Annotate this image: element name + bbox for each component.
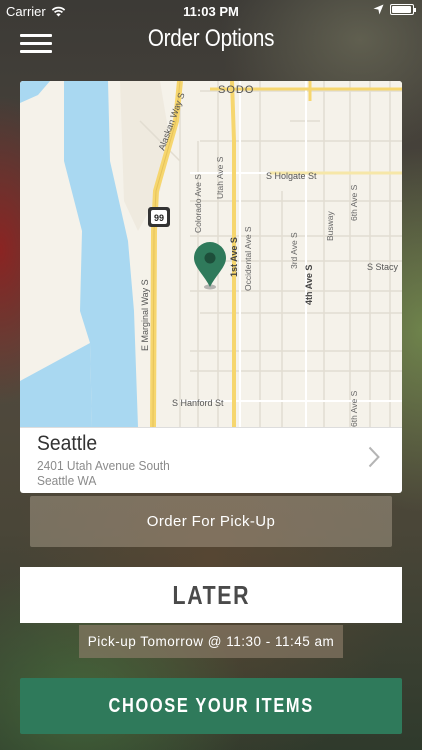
status-right — [373, 4, 416, 15]
map-label-sixth-ave-lower: 6th Ave S — [349, 390, 359, 427]
pickup-time-label: Pick-up Tomorrow @ 11:30 - 11:45 am — [79, 625, 343, 658]
order-pickup-button[interactable]: Order For Pick-Up — [30, 496, 392, 547]
later-button[interactable]: LATER — [20, 567, 402, 623]
map-label-utah: Utah Ave S — [215, 156, 225, 199]
nav-bar: Order Options — [0, 22, 422, 62]
page-title: Order Options — [147, 25, 275, 52]
battery-icon — [390, 4, 416, 15]
map-label-stacy: S Stacy — [367, 262, 399, 272]
map-label-occidental: Occidental Ave S — [243, 226, 253, 291]
map-label-sixth-ave: 6th Ave S — [349, 184, 359, 221]
location-row[interactable]: Seattle 2401 Utah Avenue South Seattle W… — [20, 427, 402, 493]
status-bar: Carrier 11:03 PM — [0, 0, 422, 22]
map-label-third-ave: 3rd Ave S — [289, 232, 299, 269]
highway-99-shield: 99 — [148, 207, 170, 227]
map-label-holgate: S Holgate St — [266, 171, 317, 181]
location-city: Seattle — [37, 432, 98, 455]
map-label-busway: Busway — [325, 210, 335, 241]
map-label-fourth-ave: 4th Ave S — [304, 265, 314, 305]
map-highway-label: 99 — [154, 213, 164, 223]
choose-items-label: CHOOSE YOUR ITEMS — [108, 695, 314, 717]
map-label-sodo: SODO — [218, 84, 254, 96]
status-time: 11:03 PM — [183, 4, 239, 19]
map-label-marginal-way: E Marginal Way S — [140, 279, 150, 351]
map[interactable]: SODO Alaskan Way S E Marginal Way S Colo… — [20, 81, 402, 427]
location-address: 2401 Utah Avenue South — [37, 458, 170, 473]
choose-items-button[interactable]: CHOOSE YOUR ITEMS — [20, 678, 402, 734]
later-label: LATER — [172, 580, 250, 610]
map-label-first-ave: 1st Ave S — [229, 237, 239, 277]
location-city-state: Seattle WA — [37, 473, 97, 488]
map-label-colorado: Colorado Ave S — [193, 174, 203, 233]
location-card: SODO Alaskan Way S E Marginal Way S Colo… — [20, 81, 402, 493]
chevron-right-icon — [368, 446, 380, 468]
location-address-block: 2401 Utah Avenue South Seattle WA — [37, 458, 170, 488]
location-arrow-icon — [373, 4, 384, 15]
map-label-hanford: S Hanford St — [172, 398, 224, 408]
